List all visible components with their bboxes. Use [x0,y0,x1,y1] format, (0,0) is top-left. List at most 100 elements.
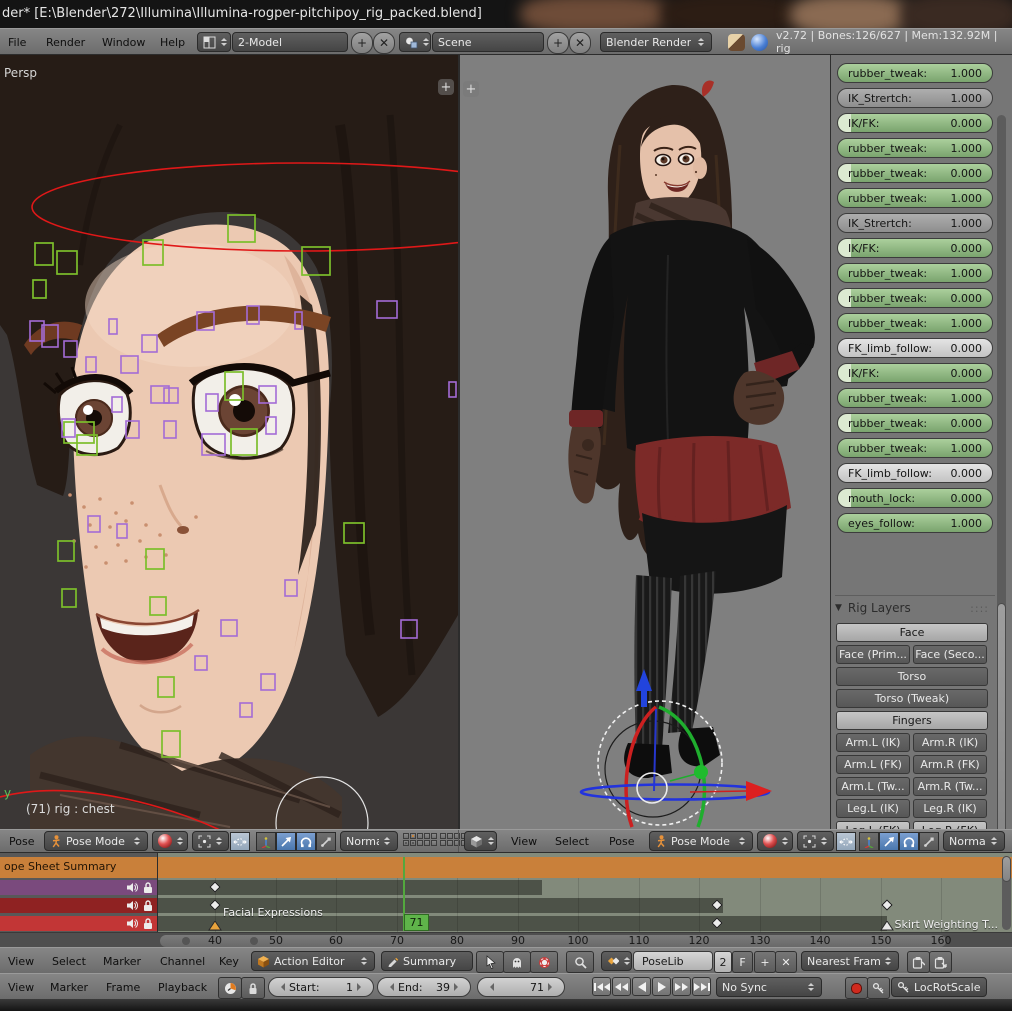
manipulator-axis-button-center[interactable] [859,832,879,851]
panel-scrollbar-knob[interactable] [997,603,1006,867]
next-keyframe-button[interactable] [672,977,691,996]
ds-marker-menu[interactable]: Marker [103,948,141,974]
decrement-arrow-icon[interactable] [486,983,494,991]
orientation-select-center[interactable]: Normal [943,831,1005,851]
rig-layer-button-leg-l-ik[interactable]: Leg.L (IK) [836,799,910,818]
rig-property-slider[interactable]: rubber_tweak:1.000 [837,263,993,283]
screen-layout-name[interactable]: 2-Model [232,32,348,52]
panel-scrollbar[interactable] [997,115,1006,875]
tl-playback-menu[interactable]: Playback [158,974,207,1000]
mute-speaker-icon[interactable] [126,899,139,912]
previous-keyframe-button[interactable] [612,977,631,996]
rig-layer-button-arm-r-tw[interactable]: Arm.R (Tw... [913,777,987,796]
dope-sheet-area[interactable]: Facial ExpressionsSkirt Weighting T... o… [0,852,1012,947]
copy-pose-button[interactable] [907,951,930,973]
window-titlebar[interactable]: der* [E:\Blender\272\Illumina\Illumina-r… [0,0,1012,28]
summary-channel-row[interactable]: ope Sheet Summary [0,857,1012,878]
pose-menu[interactable]: Pose [609,830,634,853]
channel-row[interactable] [0,898,157,913]
menu-file[interactable]: File [8,29,26,55]
rig-property-slider[interactable]: rubber_tweak:1.000 [837,63,993,83]
rig-layer-button-arm-r-fk[interactable]: Arm.R (FK) [913,755,987,774]
tl-view-menu[interactable]: View [8,974,34,1000]
fake-user-button[interactable]: F [732,951,753,973]
rig-layer-button-leg-r-ik[interactable]: Leg.R (IK) [913,799,987,818]
unlink-action-button[interactable]: ✕ [775,951,797,973]
timeline-marker-selected[interactable] [208,921,222,931]
rig-layer-button-arm-l-tw[interactable]: Arm.L (Tw... [836,777,910,796]
scale-manipulator-button-left[interactable] [316,832,336,851]
rig-property-slider[interactable]: rubber_tweak:1.000 [837,438,993,458]
sync-mode-select[interactable]: No Sync [716,977,822,997]
jump-to-end-button[interactable] [692,977,711,996]
end-frame-field[interactable]: End: 39 [377,977,471,997]
rig-property-slider[interactable]: FK_limb_follow:0.000 [837,463,993,483]
ds-channel-menu[interactable]: Channel [160,948,205,974]
jump-to-start-button[interactable] [592,977,611,996]
channel-row[interactable] [0,880,157,895]
menu-render[interactable]: Render [46,29,85,55]
lock-range-toggle[interactable] [241,977,265,999]
rig-layer-button-torso[interactable]: Torso [836,667,988,686]
play-reverse-button[interactable] [632,977,651,996]
translate-manipulator-button-left[interactable] [276,832,296,851]
rig-layer-button-arm-l-fk[interactable]: Arm.L (FK) [836,755,910,774]
current-frame-field[interactable]: 71 [477,977,565,997]
pivot-select-center[interactable] [797,831,834,851]
action-name-field[interactable]: PoseLib [633,951,713,971]
manipulator-toggle-left[interactable] [230,832,250,851]
frame-ruler[interactable]: 405060708090100110120130140150160 [0,932,1012,947]
rig-property-slider[interactable]: rubber_tweak:1.000 [837,388,993,408]
viewport-shading-center[interactable] [757,831,793,851]
rig-layer-button-fingers[interactable]: Fingers [836,711,988,730]
rig-property-slider[interactable]: IK_Strertch:1.000 [837,213,993,233]
pivot-select-left[interactable] [192,831,229,851]
increment-arrow-icon[interactable] [454,983,462,991]
filter-transform-button[interactable] [530,951,558,973]
region-expand-button[interactable]: + [463,81,479,97]
keyframe-type-select[interactable] [601,951,632,971]
auto-keying-set-button[interactable] [867,977,890,999]
scrollbar-zoom-handle[interactable] [182,937,190,945]
mute-speaker-icon[interactable] [126,917,139,930]
new-action-button[interactable]: + [754,951,776,973]
rig-property-slider[interactable]: eyes_follow:1.000 [837,513,993,533]
rig-property-slider[interactable]: IK/FK:0.000 [837,238,993,258]
lock-icon[interactable] [142,899,154,912]
auto-keyframe-record-button[interactable] [845,977,868,999]
rig-property-slider[interactable]: FK_limb_follow:0.000 [837,338,993,358]
start-frame-field[interactable]: Start: 1 [268,977,374,997]
increment-arrow-icon[interactable] [357,983,365,991]
lock-icon[interactable] [142,917,154,930]
mute-speaker-icon[interactable] [126,881,139,894]
increment-arrow-icon[interactable] [548,983,556,991]
menu-help[interactable]: Help [160,29,185,55]
action-users-count[interactable]: 2 [714,951,732,973]
dopesheet-scrollbar[interactable] [1002,856,1011,930]
ds-key-menu[interactable]: Key [219,948,239,974]
rig-property-slider[interactable]: mouth_lock:0.000 [837,488,993,508]
rig-layer-button-torso-tweak[interactable]: Torso (Tweak) [836,689,988,708]
rig-property-slider[interactable]: IK/FK:0.000 [837,363,993,383]
timeline-marker[interactable] [880,921,894,931]
decrement-arrow-icon[interactable] [277,983,285,991]
view-menu[interactable]: View [511,830,537,853]
rig-property-slider[interactable]: rubber_tweak:0.000 [837,413,993,433]
rig-property-slider[interactable]: rubber_tweak:1.000 [837,138,993,158]
add-scene-button[interactable]: + [547,32,569,54]
editor-type-select-center[interactable] [464,831,497,851]
rig-layers-panel-header[interactable]: ▼ Rig Layers :::: [835,601,995,615]
filter-search-button[interactable] [566,951,594,973]
rig-layer-button-arm-r-ik[interactable]: Arm.R (IK) [913,733,987,752]
manipulator-toggle-center[interactable] [836,832,856,851]
scrollbar-zoom-handle[interactable] [250,937,258,945]
snap-mode-select[interactable]: Nearest Frame [801,951,899,971]
rig-layer-button-face[interactable]: Face [836,623,988,642]
translate-manipulator-button-center[interactable] [879,832,899,851]
rig-property-slider[interactable]: IK_Strertch:1.000 [837,88,993,108]
delete-scene-button[interactable]: ✕ [569,32,591,54]
rig-property-slider[interactable]: IK/FK:0.000 [837,113,993,133]
rig-layer-button-face-seco[interactable]: Face (Seco... [913,645,987,664]
add-layout-button[interactable]: + [351,32,373,54]
viewport-shading-left[interactable] [152,831,188,851]
